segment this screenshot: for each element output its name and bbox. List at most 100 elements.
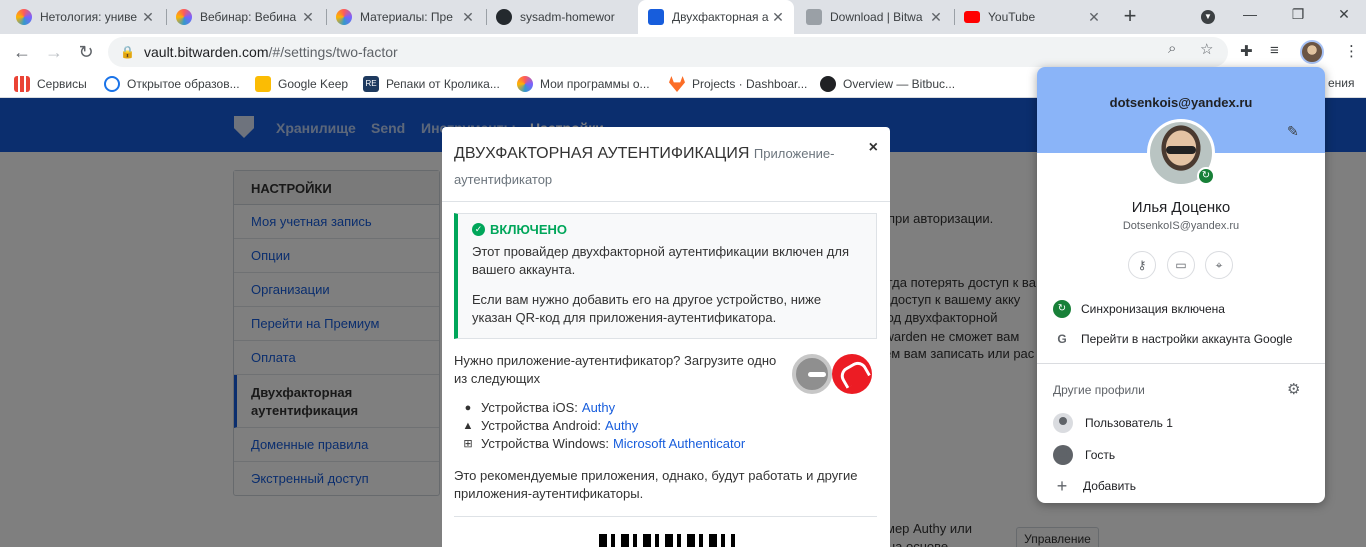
youtube-icon bbox=[964, 11, 980, 23]
google-authenticator-logo bbox=[792, 354, 832, 394]
close-tab-icon[interactable]: ✕ bbox=[770, 9, 786, 26]
bookmark-my-programs[interactable]: Мои программы о... bbox=[517, 76, 650, 92]
close-window-button[interactable]: ✕ bbox=[1332, 6, 1356, 26]
check-circle-icon: ✓ bbox=[472, 223, 485, 236]
tab-netology-1[interactable]: Нетология: униве ✕ bbox=[6, 0, 164, 34]
tab-github[interactable]: sysadm-homewor bbox=[486, 0, 636, 34]
media-control-icon[interactable]: ≡ bbox=[1270, 42, 1279, 59]
extensions-icon[interactable]: ✚ bbox=[1240, 42, 1253, 60]
close-tab-icon[interactable]: ✕ bbox=[300, 9, 316, 26]
netology-icon bbox=[176, 9, 192, 25]
netology-icon bbox=[16, 9, 32, 25]
bookmark-apps[interactable]: Сервисы bbox=[14, 76, 87, 92]
netology-icon bbox=[517, 76, 533, 92]
url-text: vault.bitwarden.com/#/settings/two-facto… bbox=[144, 44, 398, 60]
reload-button[interactable]: ↻ bbox=[74, 40, 98, 64]
open-edu-icon bbox=[104, 76, 120, 92]
two-factor-modal: ДВУХФАКТОРНАЯ АУТЕНТИФИКАЦИЯ Приложение-… bbox=[442, 127, 890, 547]
tab-title: Материалы: Пре bbox=[360, 10, 453, 24]
bookmark-star-icon[interactable]: ☆ bbox=[1200, 40, 1213, 58]
bookmark-bitbucket[interactable]: Overview — Bitbuc... bbox=[820, 76, 955, 92]
callout-text: Этот провайдер двухфакторной аутентифика… bbox=[472, 244, 849, 277]
google-account-row[interactable]: G Перейти в настройки аккаунта Google bbox=[1053, 330, 1292, 348]
repack-icon: RE bbox=[363, 76, 379, 92]
qr-code bbox=[599, 534, 735, 547]
netology-icon bbox=[336, 9, 352, 25]
apps-grid-icon bbox=[14, 76, 30, 92]
browser-toolbar: ← → ↻ 🔒 vault.bitwarden.com/#/settings/t… bbox=[0, 34, 1366, 70]
tab-title: Нетология: униве bbox=[40, 10, 138, 24]
tab-bitwarden-download[interactable]: Download | Bitwa ✕ bbox=[796, 0, 952, 34]
back-button[interactable]: ← bbox=[10, 40, 34, 64]
app-row-android: ▲ Устройства Android: Authy bbox=[462, 418, 639, 433]
address-bar[interactable]: 🔒 vault.bitwarden.com/#/settings/two-fac… bbox=[108, 37, 1228, 67]
lock-icon[interactable]: 🔒 bbox=[120, 45, 135, 59]
new-tab-button[interactable]: + bbox=[1118, 5, 1142, 29]
sync-icon: ↻ bbox=[1053, 300, 1071, 318]
chevron-down-icon: ▼ bbox=[1201, 10, 1215, 24]
bookmark-other-partial[interactable]: ения bbox=[1328, 76, 1355, 90]
profile-menu: dotsenkois@yandex.ru ✎ ↻ Илья Доценко Do… bbox=[1037, 67, 1325, 503]
gitlab-icon bbox=[669, 76, 685, 92]
sync-row[interactable]: ↻ Синхронизация включена bbox=[1053, 300, 1225, 318]
recommend-text: Это рекомендуемые приложения, однако, бу… bbox=[454, 468, 858, 501]
tab-title: YouTube bbox=[988, 10, 1036, 24]
guest-icon bbox=[1053, 445, 1073, 465]
bookmark-google-keep[interactable]: Google Keep bbox=[255, 76, 348, 92]
divider bbox=[454, 516, 877, 517]
callout-text: Если вам нужно добавить его на другое ус… bbox=[472, 292, 822, 325]
apple-icon: ● bbox=[464, 401, 472, 414]
bookmark-open-edu[interactable]: Открытое образов... bbox=[104, 76, 240, 92]
payment-card-icon[interactable]: ▭ bbox=[1167, 251, 1195, 279]
person-icon bbox=[1053, 413, 1073, 433]
tab-materials[interactable]: Материалы: Пре ✕ bbox=[326, 0, 484, 34]
gear-icon[interactable]: ⚙ bbox=[1287, 380, 1300, 398]
profile-header-email: dotsenkois@yandex.ru bbox=[1109, 95, 1253, 110]
tab-youtube[interactable]: YouTube ✕ bbox=[954, 0, 1110, 34]
tab-title: Вебинар: Вебина bbox=[200, 10, 297, 24]
need-app-text: Нужно приложение-аутентификатор? Загрузи… bbox=[454, 353, 777, 386]
profile-email: DotsenkoIS@yandex.ru bbox=[1122, 220, 1240, 232]
authy-logo bbox=[832, 354, 872, 394]
other-profiles-heading: Другие профили bbox=[1053, 383, 1145, 397]
maximize-button[interactable]: ❐ bbox=[1286, 6, 1310, 26]
tab-webinar[interactable]: Вебинар: Вебина ✕ bbox=[166, 0, 324, 34]
guest-row[interactable]: Гость bbox=[1053, 445, 1115, 465]
app-row-ios: ● Устройства iOS: Authy bbox=[462, 400, 615, 415]
authy-android-link[interactable]: Authy bbox=[605, 418, 638, 433]
close-tab-icon[interactable]: ✕ bbox=[460, 9, 476, 26]
bookmark-gitlab[interactable]: Projects · Dashboar... bbox=[669, 76, 807, 92]
addresses-location-icon[interactable]: ⌖ bbox=[1205, 251, 1233, 279]
authy-ios-link[interactable]: Authy bbox=[582, 400, 615, 415]
profile-user1-row[interactable]: Пользователь 1 bbox=[1053, 413, 1173, 433]
add-profile-row[interactable]: + Добавить bbox=[1053, 477, 1136, 495]
callout-title: ✓ ВКЛЮЧЕНО bbox=[472, 222, 862, 237]
windows-icon: ⊞ bbox=[463, 438, 473, 450]
minimize-button[interactable]: — bbox=[1238, 6, 1262, 26]
passwords-key-icon[interactable]: ⚷ bbox=[1128, 251, 1156, 279]
bitwarden-icon bbox=[648, 9, 664, 25]
profile-avatar-button[interactable] bbox=[1300, 40, 1324, 64]
edit-pencil-icon[interactable]: ✎ bbox=[1287, 123, 1299, 140]
menu-icon[interactable]: ⋮ bbox=[1344, 42, 1359, 60]
close-tab-icon[interactable]: ✕ bbox=[928, 9, 944, 26]
microsoft-authenticator-link[interactable]: Microsoft Authenticator bbox=[613, 436, 745, 451]
tab-bitwarden-active[interactable]: Двухфакторная а ✕ bbox=[638, 0, 794, 34]
forward-button[interactable]: → bbox=[42, 40, 66, 64]
close-tab-icon[interactable]: ✕ bbox=[140, 9, 156, 26]
tab-title: sysadm-homewor bbox=[520, 10, 615, 24]
tab-search-button[interactable]: ▼ bbox=[1196, 6, 1220, 26]
close-tab-icon[interactable]: ✕ bbox=[1086, 9, 1102, 26]
google-keep-icon bbox=[255, 76, 271, 92]
bookmark-repacks[interactable]: RE Репаки от Кролика... bbox=[363, 76, 500, 92]
sync-badge-icon: ↻ bbox=[1197, 167, 1215, 185]
tab-title: Двухфакторная а bbox=[672, 10, 769, 24]
profile-name: Илья Доценко bbox=[1131, 199, 1231, 216]
globe-icon bbox=[820, 76, 836, 92]
close-icon[interactable]: × bbox=[869, 139, 878, 157]
zoom-icon[interactable]: ⌕ bbox=[1168, 40, 1176, 57]
modal-header: ДВУХФАКТОРНАЯ АУТЕНТИФИКАЦИЯ Приложение-… bbox=[442, 127, 890, 202]
tab-strip: Нетология: униве ✕ Вебинар: Вебина ✕ Мат… bbox=[0, 0, 1366, 34]
divider bbox=[1037, 363, 1325, 364]
app-row-windows: ⊞ Устройства Windows: Microsoft Authentic… bbox=[463, 436, 746, 451]
